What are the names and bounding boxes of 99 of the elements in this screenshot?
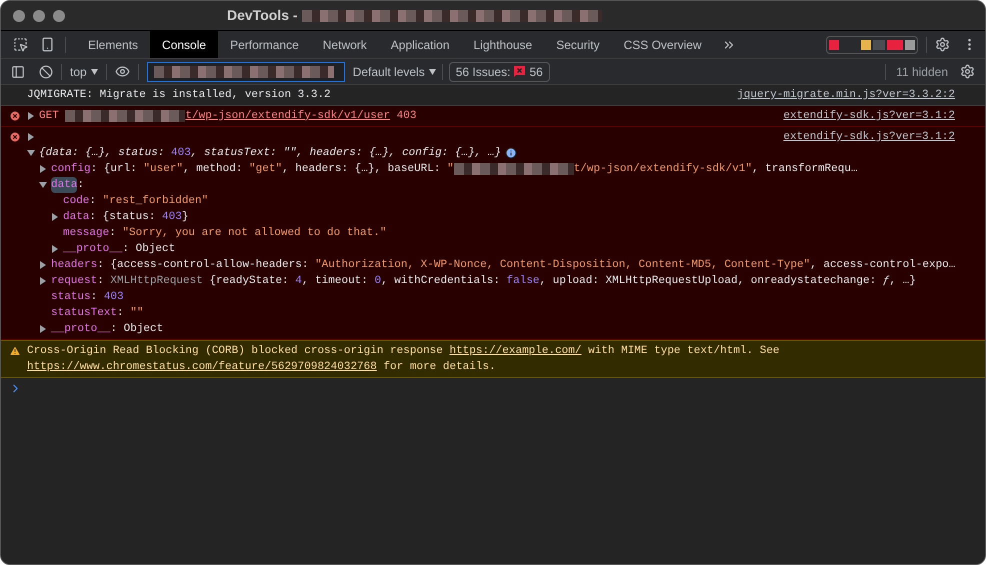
value-text: ƒ: [882, 274, 890, 289]
panel-tab[interactable]: Lighthouse: [462, 31, 544, 58]
clear-console-icon[interactable]: [39, 64, 53, 78]
filter-field[interactable]: [146, 62, 345, 82]
context-dropdown[interactable]: top: [70, 62, 98, 80]
caret-icon: [428, 68, 436, 74]
error-warning-counter[interactable]: [826, 36, 918, 54]
link[interactable]: https://www.chromestatus.com/feature/5629709824032768: [27, 361, 377, 373]
sidebar-toggle-icon[interactable]: [11, 64, 25, 78]
panel-tab[interactable]: CSS Overview: [612, 31, 714, 58]
value-text: "": [130, 306, 144, 321]
value-text: : {access-control-allow-headers:: [97, 258, 310, 273]
property-key: __proto__: [51, 320, 110, 338]
source-link[interactable]: extendify-sdk.js?ver=3.1:2: [783, 129, 955, 145]
value-text: "rest_forbidden": [102, 194, 208, 209]
triangle-right-icon[interactable]: [39, 277, 47, 285]
info-icon[interactable]: [505, 147, 518, 159]
value-text: , method:: [183, 162, 244, 177]
triangle-down-icon[interactable]: [27, 149, 35, 157]
value-text: t/wp-json/extendify-sdk/v1": [574, 162, 752, 177]
value-text: false: [506, 274, 540, 289]
property-key: data: [51, 176, 78, 194]
console-settings-icon[interactable]: [960, 64, 975, 79]
property-key: headers: [51, 256, 98, 274]
triangle-right-icon[interactable]: [39, 261, 47, 269]
link[interactable]: t/wp-json/extendify-sdk/v1/user: [185, 108, 390, 124]
value-text: 403: [171, 146, 191, 161]
value-text: 403: [162, 210, 182, 225]
value-text: ": [447, 162, 454, 177]
property-key: status: [51, 288, 91, 306]
panel-tab[interactable]: Network: [310, 31, 379, 58]
property-key: __proto__: [63, 240, 122, 258]
property-key: config: [51, 160, 91, 178]
hidden-count: 11 hidden: [896, 64, 948, 80]
triangle-right-icon[interactable]: [27, 133, 35, 141]
value-text: , withCredentials:: [381, 274, 501, 289]
value-text: 4: [295, 274, 302, 289]
warning-icon: [9, 345, 21, 357]
inspect-element-icon[interactable]: [13, 37, 28, 52]
triangle-right-icon[interactable]: [39, 325, 47, 333]
settings-icon[interactable]: [935, 37, 950, 52]
value-text: , statusText: "", headers: {…}, config: {…}, …}: [190, 146, 502, 161]
caret-icon: [90, 68, 98, 74]
value-text: JQMIGRATE: Migrate is installed, version 3.3.2: [27, 88, 331, 103]
value-text: {data: {…}, status:: [39, 146, 166, 161]
value-text: "get": [249, 162, 282, 177]
value-text: : {url:: [90, 162, 138, 177]
issues-button[interactable]: 56 Issues: 56: [448, 62, 550, 82]
warning-message: Cross-Origin Read Blocking (CORB) blocked cross-origin response https://example.com/ with MIME type text/html. See https://www.chromestatus.com/feature/5629709824032768 for more details.: [27, 345, 780, 373]
value-text: , timeout:: [302, 274, 369, 289]
link[interactable]: https://example.com/: [449, 345, 582, 357]
property-key: data: [63, 208, 90, 226]
value-text: "Sorry, you are not allowed to do that.": [122, 226, 386, 241]
device-toolbar-icon[interactable]: [40, 37, 55, 52]
value-text: 403: [104, 290, 124, 305]
panel-tab[interactable]: Elements: [76, 31, 150, 58]
value-text: XMLHttpRequest: [110, 274, 203, 289]
value-text: {readyState:: [208, 274, 290, 289]
error-icon: [9, 110, 21, 122]
value-text: "Authorization, X-WP-Nonce, Content-Disposition, Content-MD5, Content-Type": [315, 258, 810, 273]
value-text: }: [182, 210, 188, 225]
value-text: :: [89, 194, 98, 209]
panel-tab[interactable]: Console: [150, 31, 218, 58]
value-text: :: [90, 290, 98, 305]
panel-tab[interactable]: Application: [378, 31, 462, 58]
value-text: : Object: [122, 242, 176, 257]
value-text: :: [117, 306, 125, 321]
triangle-right-icon[interactable]: [51, 213, 59, 221]
log-levels-dropdown[interactable]: Default levels: [352, 62, 436, 80]
value-text: :: [77, 178, 84, 193]
value-text: : Object: [110, 322, 164, 337]
value-text: , headers: {…}, baseURL:: [282, 162, 442, 177]
source-link[interactable]: jquery-migrate.min.js?ver=3.3.2:2: [737, 87, 955, 103]
value-text: , upload: XMLHttpRequestUpload, onreadystatechange:: [540, 274, 878, 289]
value-text: 403: [396, 108, 416, 124]
value-text: :: [97, 274, 105, 289]
panel-tab[interactable]: Security: [544, 31, 612, 58]
value-text: :: [109, 226, 117, 241]
error-icon: [9, 131, 21, 143]
source-link[interactable]: extendify-sdk.js?ver=3.1:2: [783, 108, 955, 124]
triangle-right-icon[interactable]: [39, 165, 47, 173]
value-text: : {status:: [89, 210, 156, 225]
window-title: DevTools -: [227, 6, 298, 25]
property-key: code: [63, 192, 90, 210]
eye-icon[interactable]: [114, 64, 130, 79]
property-key: message: [63, 224, 110, 242]
value-text: 0: [374, 274, 382, 289]
value-text: , …}: [889, 274, 916, 289]
value-text: GET: [39, 108, 60, 124]
triangle-down-icon[interactable]: [39, 181, 47, 189]
error-flag-icon: [514, 66, 526, 77]
value-text: , transformRequ…: [752, 162, 858, 177]
property-key: statusText: [51, 304, 118, 322]
triangle-right-icon[interactable]: [51, 245, 59, 253]
property-key: request: [51, 272, 98, 290]
panel-tab[interactable]: Performance: [218, 31, 311, 58]
value-text: , access-control-expo…: [810, 258, 956, 273]
triangle-right-icon[interactable]: [27, 112, 35, 120]
value-text: "user": [143, 162, 184, 177]
